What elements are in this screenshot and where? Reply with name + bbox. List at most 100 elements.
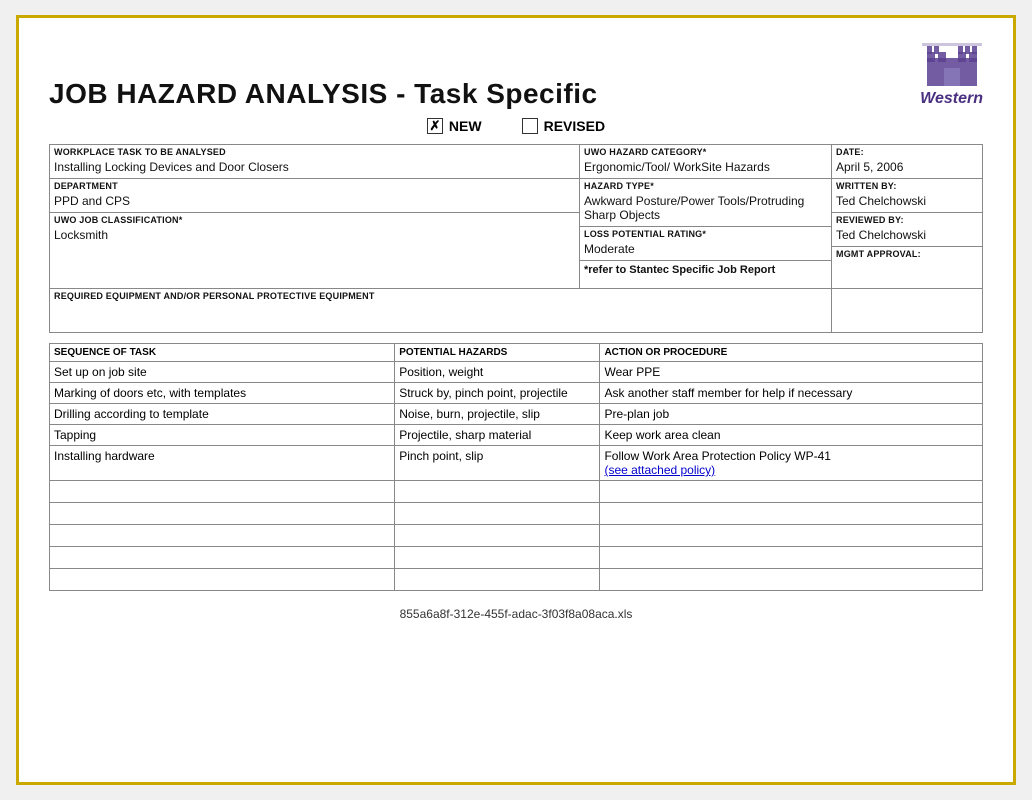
logo-castle-icon bbox=[922, 38, 982, 88]
task-seq-cell bbox=[50, 547, 395, 569]
table-row bbox=[50, 481, 983, 503]
uwo-hazard-label: UWO HAZARD CATEGORY* bbox=[580, 145, 831, 158]
revised-checkbox[interactable] bbox=[522, 118, 538, 134]
table-row bbox=[50, 547, 983, 569]
date-field: DATE: April 5, 2006 bbox=[832, 145, 982, 179]
department-field: DEPARTMENT PPD and CPS bbox=[50, 179, 579, 213]
task-haz-cell bbox=[395, 547, 600, 569]
table-row bbox=[50, 503, 983, 525]
col-haz-header: POTENTIAL HAZARDS bbox=[395, 344, 600, 362]
mgmt-approval-value bbox=[832, 260, 982, 288]
workplace-task-label: WORKPLACE TASK TO BE ANALYSED bbox=[50, 145, 579, 158]
hazard-type-value: Awkward Posture/Power Tools/Protruding S… bbox=[580, 192, 831, 226]
loss-potential-field: LOSS POTENTIAL RATING* Moderate bbox=[580, 227, 831, 261]
task-haz-cell bbox=[395, 503, 600, 525]
col-seq-header: SEQUENCE OF TASK bbox=[50, 344, 395, 362]
refer-field: *refer to Stantec Specific Job Report bbox=[580, 261, 831, 281]
logo-text: Western bbox=[920, 90, 983, 108]
task-haz-cell: Projectile, sharp material bbox=[395, 425, 600, 446]
task-seq-cell: Marking of doors etc, with templates bbox=[50, 383, 395, 404]
task-seq-cell: Set up on job site bbox=[50, 362, 395, 383]
req-equip-right bbox=[832, 289, 982, 332]
task-act-cell bbox=[600, 525, 983, 547]
date-value: April 5, 2006 bbox=[832, 158, 982, 178]
page-wrapper: JOB HAZARD ANALYSIS - Task Specific West… bbox=[16, 15, 1016, 785]
uwo-job-value: Locksmith bbox=[50, 226, 579, 246]
written-by-field: WRITTEN BY: Ted Chelchowski bbox=[832, 179, 982, 213]
task-act-cell bbox=[600, 503, 983, 525]
workplace-task-value: Installing Locking Devices and Door Clos… bbox=[50, 158, 579, 178]
hazard-type-label: HAZARD TYPE* bbox=[580, 179, 831, 192]
new-label: NEW bbox=[449, 118, 482, 134]
task-haz-cell bbox=[395, 525, 600, 547]
req-equip-left: REQUIRED EQUIPMENT AND/OR PERSONAL PROTE… bbox=[50, 289, 832, 332]
task-seq-cell bbox=[50, 525, 395, 547]
task-seq-cell bbox=[50, 503, 395, 525]
revised-label: REVISED bbox=[544, 118, 605, 134]
uwo-job-field: UWO JOB CLASSIFICATION* Locksmith bbox=[50, 213, 579, 246]
top-form-layout: WORKPLACE TASK TO BE ANALYSED Installing… bbox=[49, 144, 983, 289]
req-equip-value bbox=[50, 302, 831, 332]
task-act-link[interactable]: (see attached policy) bbox=[604, 463, 978, 477]
req-equip-label: REQUIRED EQUIPMENT AND/OR PERSONAL PROTE… bbox=[50, 289, 831, 302]
task-act-cell: Pre-plan job bbox=[600, 404, 983, 425]
table-row: TappingProjectile, sharp materialKeep wo… bbox=[50, 425, 983, 446]
new-revised-row: ✗ NEW REVISED bbox=[49, 118, 983, 134]
task-haz-cell: Pinch point, slip bbox=[395, 446, 600, 481]
task-act-cell bbox=[600, 569, 983, 591]
reviewed-by-value: Ted Chelchowski bbox=[832, 226, 982, 246]
top-left-col: WORKPLACE TASK TO BE ANALYSED Installing… bbox=[50, 145, 580, 288]
top-mid-col: UWO HAZARD CATEGORY* Ergonomic/Tool/ Wor… bbox=[580, 145, 832, 288]
task-seq-cell: Tapping bbox=[50, 425, 395, 446]
table-row: Drilling according to templateNoise, bur… bbox=[50, 404, 983, 425]
table-row bbox=[50, 569, 983, 591]
reviewed-by-field: REVIEWED BY: Ted Chelchowski bbox=[832, 213, 982, 247]
footer-filename: 855a6a8f-312e-455f-adac-3f03f8a08aca.xls bbox=[49, 607, 983, 621]
revised-status-box: REVISED bbox=[522, 118, 605, 134]
new-checkbox[interactable]: ✗ bbox=[427, 118, 443, 134]
req-equip-row: REQUIRED EQUIPMENT AND/OR PERSONAL PROTE… bbox=[49, 289, 983, 333]
department-value: PPD and CPS bbox=[50, 192, 579, 212]
hazard-type-field: HAZARD TYPE* Awkward Posture/Power Tools… bbox=[580, 179, 831, 227]
task-act-cell bbox=[600, 481, 983, 503]
task-haz-cell bbox=[395, 481, 600, 503]
logo-area: Western bbox=[920, 38, 983, 108]
task-haz-cell: Noise, burn, projectile, slip bbox=[395, 404, 600, 425]
new-status-box: ✗ NEW bbox=[427, 118, 482, 134]
col-act-header: ACTION OR PROCEDURE bbox=[600, 344, 983, 362]
task-act-cell: Ask another staff member for help if nec… bbox=[600, 383, 983, 404]
uwo-hazard-field: UWO HAZARD CATEGORY* Ergonomic/Tool/ Wor… bbox=[580, 145, 831, 179]
reviewed-by-label: REVIEWED BY: bbox=[832, 213, 982, 226]
table-row: Marking of doors etc, with templatesStru… bbox=[50, 383, 983, 404]
task-table: SEQUENCE OF TASK POTENTIAL HAZARDS ACTIO… bbox=[49, 343, 983, 591]
top-right-col: DATE: April 5, 2006 WRITTEN BY: Ted Chel… bbox=[832, 145, 982, 288]
task-haz-cell bbox=[395, 569, 600, 591]
task-seq-cell: Installing hardware bbox=[50, 446, 395, 481]
uwo-hazard-value: Ergonomic/Tool/ WorkSite Hazards bbox=[580, 158, 831, 178]
req-equip-right-value bbox=[832, 289, 982, 331]
task-haz-cell: Position, weight bbox=[395, 362, 600, 383]
uwo-job-label: UWO JOB CLASSIFICATION* bbox=[50, 213, 579, 226]
loss-potential-value: Moderate bbox=[580, 240, 831, 260]
task-haz-cell: Struck by, pinch point, projectile bbox=[395, 383, 600, 404]
department-label: DEPARTMENT bbox=[50, 179, 579, 192]
refer-value: *refer to Stantec Specific Job Report bbox=[580, 261, 831, 281]
written-by-value: Ted Chelchowski bbox=[832, 192, 982, 212]
date-label: DATE: bbox=[832, 145, 982, 158]
table-row: Installing hardwarePinch point, slipFoll… bbox=[50, 446, 983, 481]
page-title: JOB HAZARD ANALYSIS - Task Specific bbox=[49, 78, 598, 110]
task-seq-cell: Drilling according to template bbox=[50, 404, 395, 425]
task-act-cell: Follow Work Area Protection Policy WP-41… bbox=[600, 446, 983, 481]
task-act-cell bbox=[600, 547, 983, 569]
mgmt-approval-label: MGMT APPROVAL: bbox=[832, 247, 982, 260]
task-seq-cell bbox=[50, 481, 395, 503]
table-row bbox=[50, 525, 983, 547]
task-seq-cell bbox=[50, 569, 395, 591]
task-act-cell: Keep work area clean bbox=[600, 425, 983, 446]
table-row: Set up on job sitePosition, weightWear P… bbox=[50, 362, 983, 383]
header-row: JOB HAZARD ANALYSIS - Task Specific West… bbox=[49, 38, 983, 110]
task-act-cell: Wear PPE bbox=[600, 362, 983, 383]
mgmt-approval-field: MGMT APPROVAL: bbox=[832, 247, 982, 288]
written-by-label: WRITTEN BY: bbox=[832, 179, 982, 192]
workplace-task-field: WORKPLACE TASK TO BE ANALYSED Installing… bbox=[50, 145, 579, 179]
